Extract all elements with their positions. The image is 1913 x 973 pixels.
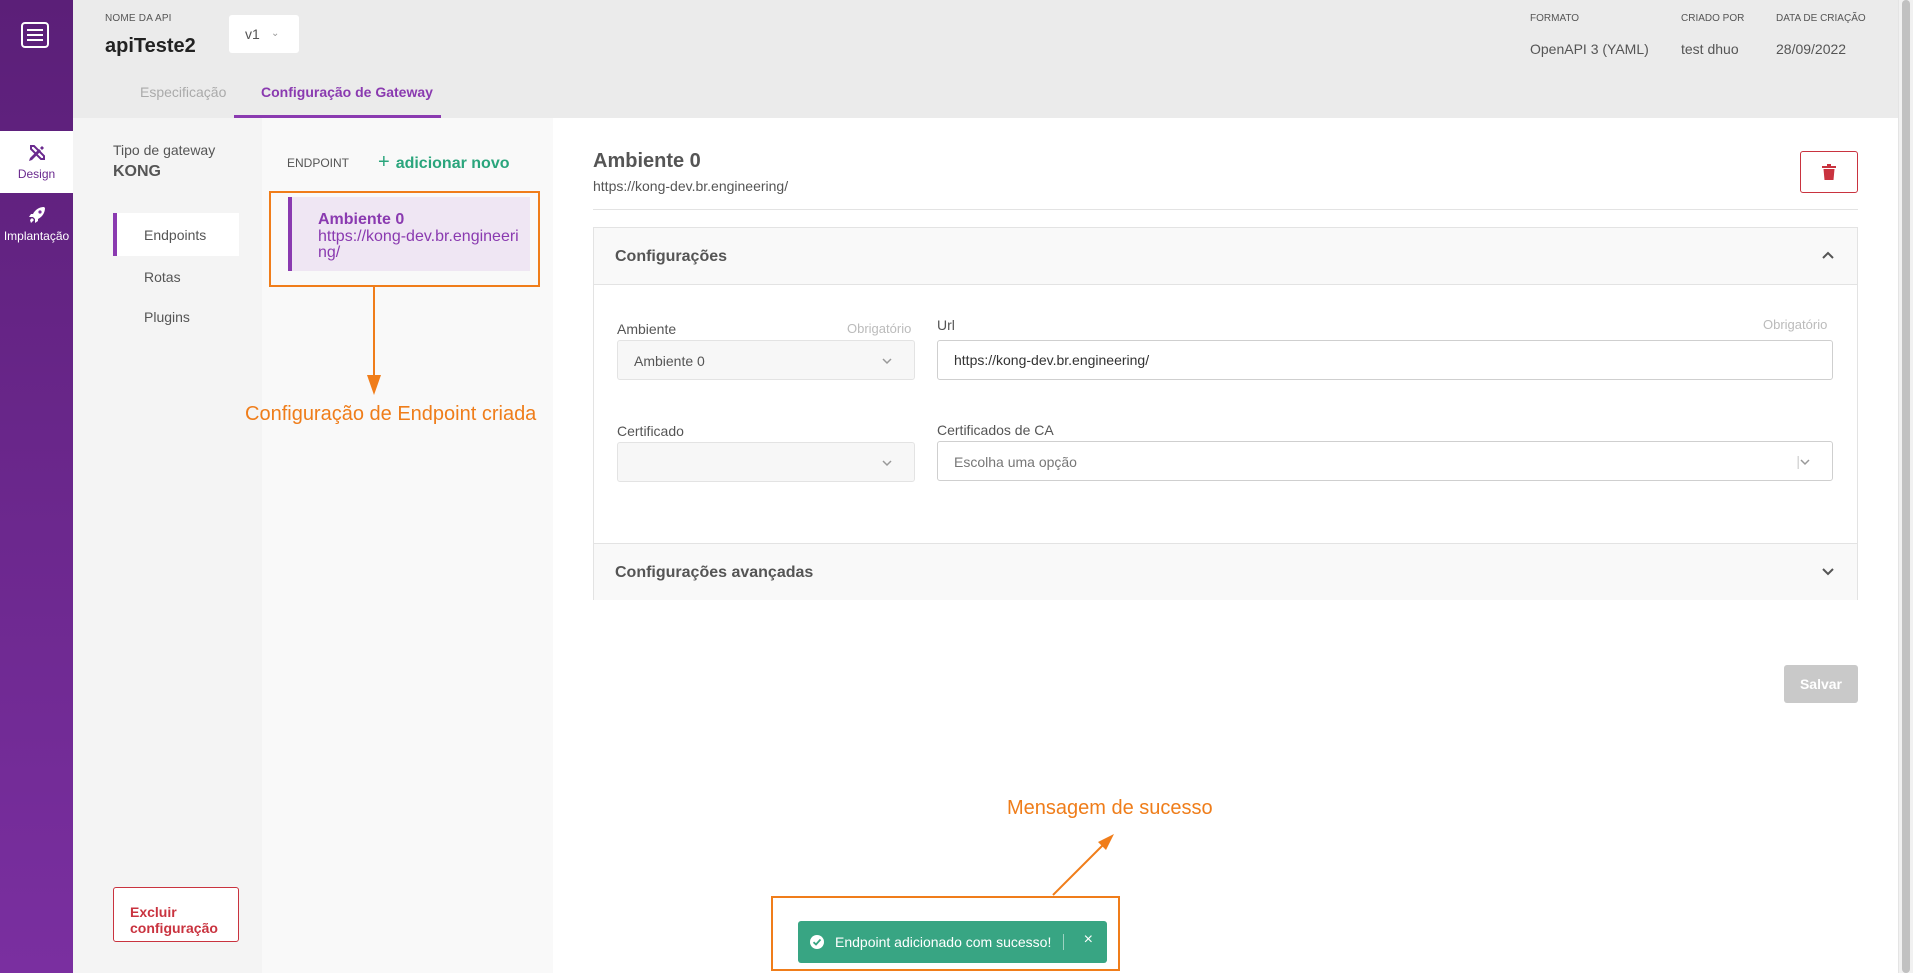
trash-icon <box>1822 164 1836 180</box>
left-rail: Design Implantação <box>0 0 73 973</box>
api-name: apiTeste2 <box>105 35 196 57</box>
tab-especificacao[interactable]: Especificação <box>140 84 226 100</box>
rocket-icon <box>28 207 45 223</box>
close-icon[interactable]: × <box>1084 931 1093 949</box>
meta-label: FORMATO <box>1530 13 1580 24</box>
save-button[interactable]: Salvar <box>1784 665 1858 703</box>
endpoint-detail-title: Ambiente 0 <box>593 150 701 172</box>
version-select[interactable]: v1 ⌄ <box>229 15 299 53</box>
add-endpoint-label: adicionar novo <box>395 155 510 172</box>
configuration-section-header[interactable]: Configurações <box>594 228 1857 285</box>
sidebar-item-endpoints[interactable]: Endpoints <box>113 213 239 256</box>
chevron-down-icon <box>1822 568 1834 576</box>
pencil-ruler-icon <box>28 145 45 161</box>
section-title: Configurações <box>615 248 728 265</box>
gateway-sidebar: Tipo de gateway KONG Endpoints Rotas Plu… <box>73 118 262 973</box>
add-endpoint-button[interactable]: + adicionar novo <box>378 151 509 174</box>
ambiente-select[interactable]: Ambiente 0 <box>617 340 915 380</box>
divider <box>593 209 1858 210</box>
chevron-up-icon <box>1822 251 1834 259</box>
ca-certificates-select[interactable]: Escolha uma opção | <box>937 441 1833 481</box>
chevron-down-icon <box>1800 459 1810 466</box>
chevron-down-icon <box>882 358 892 365</box>
meta-value: 28/09/2022 <box>1776 41 1847 57</box>
annotation-arrow-up-icon <box>1052 834 1114 896</box>
annotation-arrow-down-icon <box>367 287 381 395</box>
configuration-panel: Configurações Ambiente Obrigatório Ambie… <box>593 227 1858 600</box>
tab-configuracao-gateway[interactable]: Configuração de Gateway <box>261 84 433 100</box>
meta-format: FORMATO OpenAPI 3 (YAML) <box>1530 13 1649 57</box>
advanced-section-header[interactable]: Configurações avançadas <box>594 543 1857 600</box>
endpoint-heading: ENDPOINT <box>287 156 350 170</box>
meta-label: CRIADO POR <box>1681 13 1745 24</box>
toast-separator <box>1063 934 1065 950</box>
ca-certificates-label: Certificados de CA <box>937 422 1054 438</box>
gateway-type-value: KONG <box>113 163 161 180</box>
rail-item-label: Design <box>17 167 56 181</box>
delete-configuration-button[interactable]: Excluir configuração <box>113 887 239 942</box>
ambiente-required: Obrigatório <box>847 321 912 336</box>
endpoint-detail-url: https://kong-dev.br.engineering/ <box>593 178 789 194</box>
meta-value: OpenAPI 3 (YAML) <box>1530 41 1649 57</box>
rail-item-label: Implantação <box>3 229 70 243</box>
page-header: NOME DA API apiTeste2 v1 ⌄ FORMATO OpenA… <box>73 0 1898 118</box>
meta-date: DATA DE CRIAÇÃO 28/09/2022 <box>1776 13 1866 57</box>
ambiente-value: Ambiente 0 <box>634 353 705 369</box>
delete-endpoint-button[interactable] <box>1800 151 1858 193</box>
chevron-down-icon: ⌄ <box>271 28 280 39</box>
annotation-endpoint-created: Configuração de Endpoint criada <box>245 403 537 425</box>
api-name-label: NOME DA API <box>105 13 172 24</box>
scrollbar-thumb[interactable] <box>1902 0 1910 973</box>
annotation-highlight-endpoint <box>269 191 540 287</box>
annotation-success-message: Mensagem de sucesso <box>1007 797 1213 819</box>
plus-icon: + <box>378 151 390 173</box>
sidebar-item-rotas[interactable]: Rotas <box>113 255 239 298</box>
section-title: Configurações avançadas <box>615 564 814 581</box>
meta-label: DATA DE CRIAÇÃO <box>1776 13 1866 24</box>
url-label: Url <box>937 317 955 333</box>
chevron-down-icon <box>882 460 892 467</box>
page-scrollbar[interactable] <box>1898 0 1913 973</box>
url-required: Obrigatório <box>1763 317 1828 332</box>
certificado-label: Certificado <box>617 423 684 439</box>
ambiente-label: Ambiente <box>617 321 677 337</box>
rail-item-deploy[interactable]: Implantação <box>0 193 73 255</box>
sidebar-item-plugins[interactable]: Plugins <box>113 295 239 338</box>
certificado-select[interactable] <box>617 442 915 482</box>
rail-item-design[interactable]: Design <box>0 131 73 193</box>
version-value: v1 <box>245 26 260 42</box>
url-input[interactable]: https://kong-dev.br.engineering/ <box>937 340 1833 380</box>
meta-created-by: CRIADO POR test dhuo <box>1681 13 1744 57</box>
gateway-type-label: Tipo de gateway <box>113 142 216 158</box>
ca-certificates-placeholder: Escolha uma opção <box>954 454 1077 470</box>
check-circle-icon <box>810 935 824 949</box>
endpoint-detail: Ambiente 0 https://kong-dev.br.engineeri… <box>553 118 1898 973</box>
meta-value: test dhuo <box>1681 41 1739 57</box>
success-toast: Endpoint adicionado com sucesso! × <box>798 921 1107 963</box>
hamburger-menu-icon[interactable] <box>21 22 49 48</box>
toast-message: Endpoint adicionado com sucesso! <box>835 934 1052 950</box>
